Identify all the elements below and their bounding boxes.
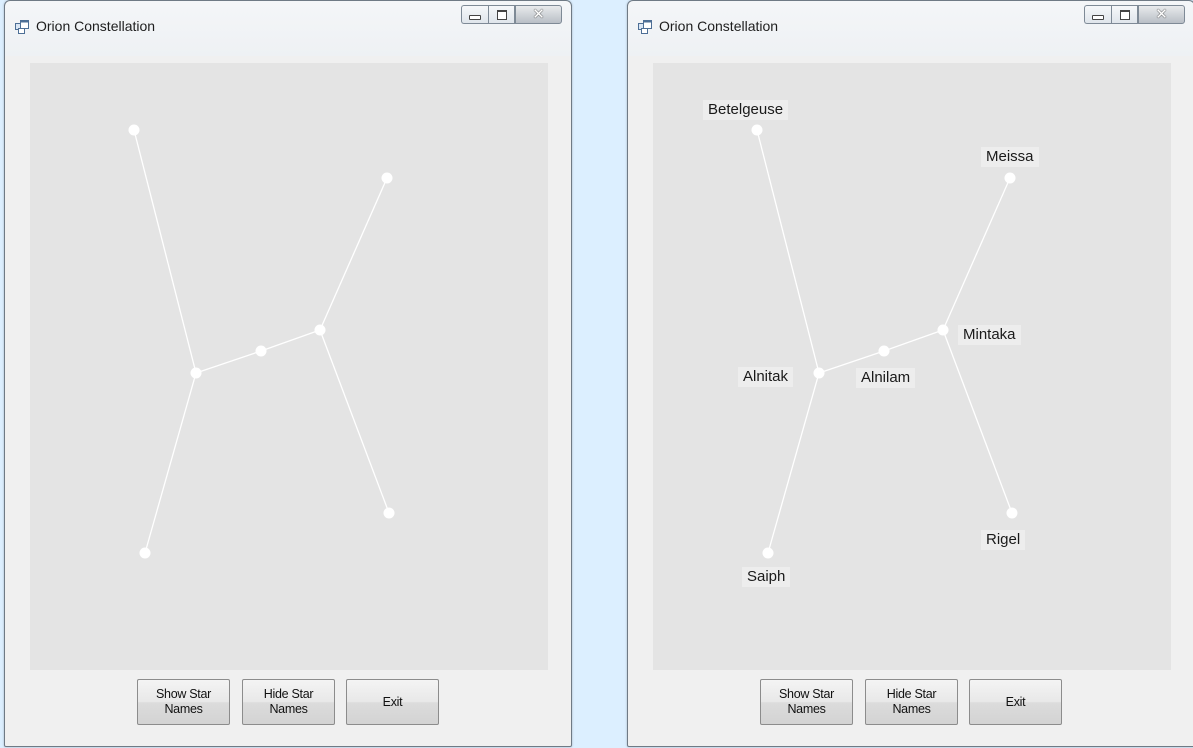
line-alnitak-saiph (144, 372, 197, 554)
star-label-rigel: Rigel (981, 530, 1026, 550)
star-meissa (1004, 172, 1016, 184)
form-icon (15, 20, 29, 34)
star-rigel (1006, 507, 1018, 519)
star-label-meissa: Meissa (981, 147, 1039, 167)
minimize-button[interactable] (1084, 5, 1111, 24)
star-alnilam (255, 345, 267, 357)
exit-button[interactable]: Exit (346, 679, 439, 725)
exit-label: Exit (382, 694, 403, 709)
maximize-button[interactable] (488, 5, 515, 24)
hide-star-names-label: Hide Star Names (886, 687, 937, 716)
hide-star-names-button[interactable]: Hide Star Names (242, 679, 335, 725)
star-label-mintaka: Mintaka (958, 325, 1021, 345)
line-alnilam-mintaka (883, 329, 944, 352)
orion-window-names-shown: Orion Constellation ✕ Betelgeuse Meissa … (627, 0, 1193, 747)
minimize-button[interactable] (461, 5, 488, 24)
show-star-names-label: Show Star Names (779, 687, 834, 716)
hide-star-names-label: Hide Star Names (263, 687, 314, 716)
maximize-icon (1119, 9, 1130, 20)
title-bar[interactable]: Orion Constellation ✕ (5, 1, 571, 53)
star-label-saiph: Saiph (742, 567, 791, 587)
line-mintaka-rigel (942, 329, 1013, 514)
star-saiph (139, 547, 151, 559)
star-betelgeuse (751, 124, 763, 136)
line-alnitak-alnilam (195, 350, 262, 374)
show-star-names-button[interactable]: Show Star Names (137, 679, 230, 725)
star-saiph (762, 547, 774, 559)
close-icon: ✕ (532, 5, 545, 23)
close-button[interactable]: ✕ (515, 5, 562, 24)
exit-button[interactable]: Exit (969, 679, 1062, 725)
constellation-canvas: Betelgeuse Meissa Mintaka Alnilam Alnita… (653, 63, 1171, 670)
close-icon: ✕ (1155, 5, 1168, 23)
star-rigel (383, 507, 395, 519)
line-betelgeuse-alnitak (133, 129, 197, 374)
star-mintaka (314, 324, 326, 336)
exit-label: Exit (1005, 694, 1026, 709)
constellation-canvas (30, 63, 548, 670)
window-title: Orion Constellation (36, 18, 156, 34)
line-alnilam-mintaka (260, 329, 321, 352)
show-star-names-label: Show Star Names (156, 687, 211, 716)
maximize-icon (496, 9, 507, 20)
window-title: Orion Constellation (659, 18, 779, 34)
line-mintaka-meissa (942, 177, 1011, 331)
star-label-betelgeuse: Betelgeuse (703, 100, 789, 120)
line-betelgeuse-alnitak (756, 129, 820, 374)
show-star-names-button[interactable]: Show Star Names (760, 679, 853, 725)
star-meissa (381, 172, 393, 184)
star-alnitak (190, 367, 202, 379)
star-alnitak (813, 367, 825, 379)
constellation-drawing (751, 124, 1018, 559)
line-alnitak-saiph (767, 372, 820, 554)
constellation-drawing (128, 124, 395, 559)
title-bar[interactable]: Orion Constellation ✕ (628, 1, 1193, 53)
line-mintaka-meissa (319, 177, 388, 331)
minimize-icon (1092, 15, 1104, 20)
close-button[interactable]: ✕ (1138, 5, 1185, 24)
star-alnilam (878, 345, 890, 357)
line-mintaka-rigel (319, 329, 390, 514)
maximize-button[interactable] (1111, 5, 1138, 24)
star-label-alnitak: Alnitak (738, 367, 794, 387)
star-label-alnilam: Alnilam (856, 368, 916, 388)
form-icon (638, 20, 652, 34)
star-betelgeuse (128, 124, 140, 136)
star-mintaka (937, 324, 949, 336)
orion-window-names-hidden: Orion Constellation ✕ Show Star Names Hi… (4, 0, 572, 747)
minimize-icon (469, 15, 481, 20)
hide-star-names-button[interactable]: Hide Star Names (865, 679, 958, 725)
